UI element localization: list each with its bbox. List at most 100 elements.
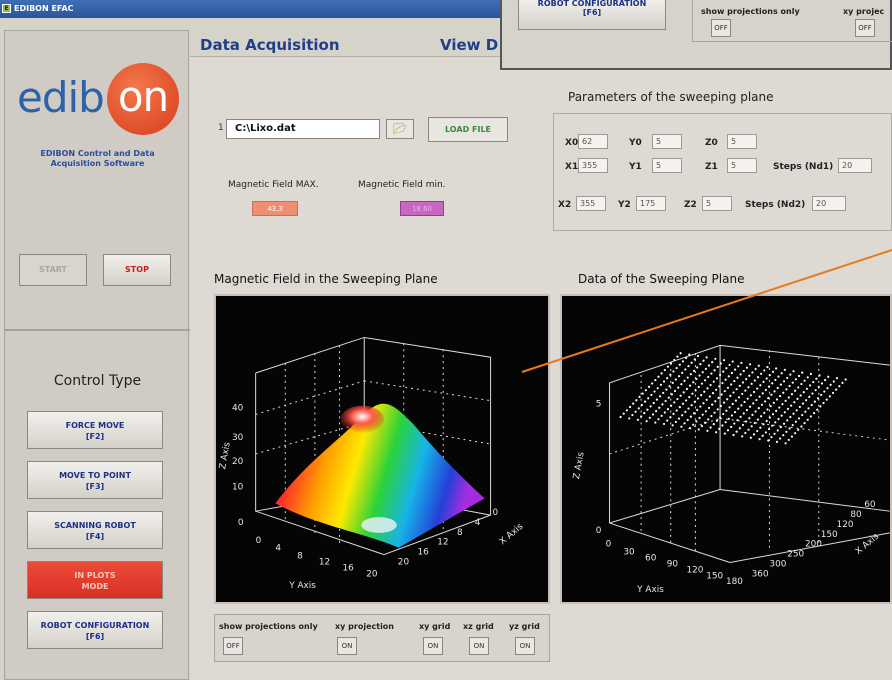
plane-point — [664, 399, 667, 403]
steps-nd2-field[interactable]: 20 — [812, 196, 846, 211]
scanning-robot-button[interactable]: SCANNING ROBOT [F4] — [27, 511, 163, 549]
plane-point — [760, 372, 763, 375]
plane-point — [662, 380, 666, 383]
load-file-button[interactable]: LOAD FILE — [428, 117, 508, 142]
force-move-button[interactable]: FORCE MOVE [F2] — [27, 411, 163, 449]
app-window: E EDIBON EFAC edib on EDIBON Control and… — [0, 0, 892, 680]
plane-point — [747, 386, 750, 389]
robot-configuration-button[interactable]: ROBOT CONFIGURATION [F6] — [27, 611, 163, 649]
plane-point — [734, 399, 737, 402]
x-tick: 200 — [805, 540, 822, 550]
plane-point — [753, 421, 756, 425]
x0-field[interactable]: 62 — [578, 134, 608, 149]
x2-field[interactable]: 355 — [576, 196, 606, 211]
plane-point — [641, 392, 644, 395]
plane-point — [835, 388, 838, 391]
right-plot-title: Data of the Sweeping Plane — [578, 272, 745, 286]
plane-point — [721, 381, 724, 385]
file-path-input[interactable]: C:\Lixo.dat — [226, 119, 380, 139]
plane-point — [751, 371, 754, 374]
magnetic-field-3d-plot[interactable]: 0 10 20 30 40 Z Axis 0 4 8 12 16 20 Y Ax… — [214, 294, 550, 604]
x1-field[interactable]: 355 — [578, 158, 608, 173]
plane-point — [738, 384, 741, 387]
plane-point — [792, 370, 795, 373]
z0-field[interactable]: 5 — [727, 134, 757, 149]
plane-point — [831, 391, 835, 395]
xz-grid-toggle[interactable]: ON — [469, 637, 489, 655]
y2-field[interactable]: 175 — [636, 196, 666, 211]
plane-point — [800, 382, 803, 386]
app-icon: E — [2, 4, 11, 13]
robot-configuration-button-overlay[interactable]: ROBOT CONFIGURATION [F6] — [518, 0, 666, 30]
yz-grid-toggle[interactable]: ON — [515, 637, 535, 655]
plane-point — [765, 377, 768, 380]
plane-point — [748, 363, 752, 366]
plane-point — [773, 390, 776, 393]
plane-point — [640, 415, 643, 418]
z1-field[interactable]: 5 — [727, 158, 757, 173]
plane-point — [654, 421, 657, 424]
plane-point — [789, 415, 792, 419]
field-hotspot — [361, 517, 397, 533]
plane-point — [706, 429, 709, 432]
overlay-xy-projection-toggle[interactable]: OFF — [855, 19, 875, 37]
y1-field[interactable]: 5 — [652, 158, 682, 173]
plane-point — [700, 425, 704, 428]
stop-button[interactable]: STOP — [103, 254, 171, 286]
plane-point — [692, 423, 695, 426]
plane-point — [669, 373, 672, 376]
plane-point — [706, 387, 709, 390]
plane-point — [680, 383, 683, 386]
plane-point — [799, 394, 802, 397]
button-shortcut: [F4] — [85, 532, 105, 541]
plane-point — [805, 387, 809, 390]
plane-point — [691, 392, 694, 395]
plane-point — [647, 385, 651, 388]
plane-point — [797, 374, 801, 378]
plane-point — [665, 388, 668, 391]
plane-point — [744, 431, 747, 435]
plane-point — [759, 426, 762, 429]
button-shortcut: [F2] — [85, 432, 105, 441]
button-label: IN PLOTS — [74, 571, 116, 580]
plane-point — [688, 395, 691, 399]
plane-point — [677, 375, 681, 378]
xy-grid-toggle[interactable]: ON — [423, 637, 443, 655]
y-tick: 90 — [667, 559, 679, 569]
z2-field[interactable]: 5 — [702, 196, 732, 211]
plane-point — [759, 384, 762, 387]
overlay-xy-projection-label: xy projec — [843, 7, 885, 16]
plane-point — [736, 419, 739, 422]
plane-point — [782, 391, 785, 394]
plane-point — [809, 384, 812, 387]
steps-nd1-label: Steps (Nd1) — [773, 162, 834, 172]
plane-point — [647, 397, 650, 400]
start-button[interactable]: START — [19, 254, 87, 286]
plane-point — [707, 364, 711, 367]
steps-nd1-field[interactable]: 20 — [838, 158, 872, 173]
plane-point — [726, 386, 730, 389]
plane-point — [696, 397, 700, 400]
tab-data-acquisition[interactable]: Data Acquisition — [200, 36, 340, 54]
xy-projection-toggle[interactable]: ON — [337, 637, 357, 655]
plane-point — [727, 417, 730, 420]
browse-folder-button[interactable]: 📂︎ — [386, 119, 414, 139]
plane-point — [669, 416, 672, 419]
tab-view-data[interactable]: View D — [440, 36, 498, 54]
plane-point — [662, 391, 665, 395]
plane-point — [766, 408, 769, 411]
move-to-point-button[interactable]: MOVE TO POINT [F3] — [27, 461, 163, 499]
z-tick: 30 — [232, 433, 244, 443]
plane-point — [803, 422, 806, 425]
overlay-show-projections-toggle[interactable]: OFF — [711, 19, 731, 37]
plane-point — [700, 382, 704, 385]
plane-point — [661, 403, 664, 406]
y0-field[interactable]: 5 — [652, 134, 682, 149]
xy-grid-label: xy grid — [419, 622, 451, 631]
sweeping-plane-data-plot[interactable]: 0 5 Z Axis 0 30 60 90 120 150 180 Y Axis… — [560, 294, 892, 604]
plane-point — [743, 400, 746, 404]
z0-label: Z0 — [705, 138, 718, 148]
show-projections-toggle[interactable]: OFF — [223, 637, 243, 655]
plane-point — [658, 395, 662, 398]
in-plots-mode-button[interactable]: IN PLOTS MODE — [27, 561, 163, 599]
